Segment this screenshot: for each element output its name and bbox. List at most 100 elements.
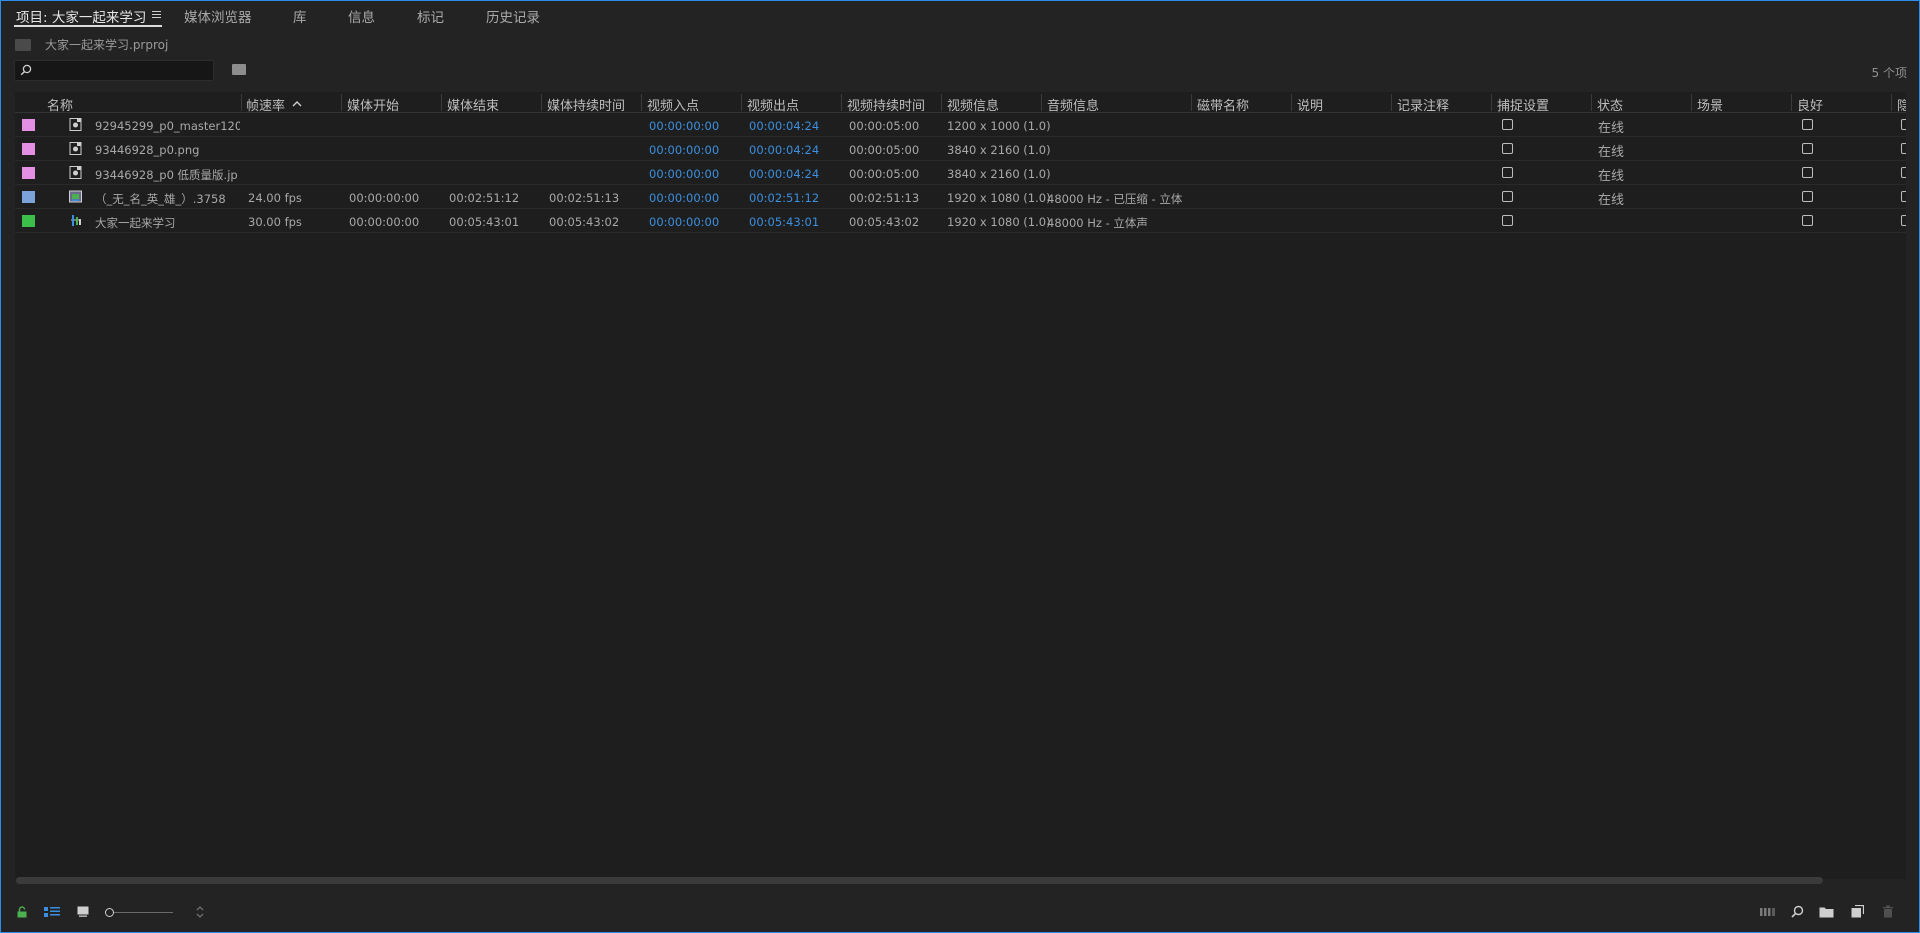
capture-settings-checkbox[interactable] xyxy=(1502,119,1513,130)
column-divider[interactable] xyxy=(1591,94,1592,111)
label-color-swatch[interactable] xyxy=(22,143,35,155)
good-checkbox[interactable] xyxy=(1802,167,1813,178)
hidden-checkbox[interactable] xyxy=(1901,167,1906,178)
capture-settings-checkbox[interactable] xyxy=(1502,215,1513,226)
column-divider[interactable] xyxy=(1191,94,1192,111)
label-color-swatch[interactable] xyxy=(22,191,35,203)
sort-icons-icon[interactable] xyxy=(195,905,205,919)
horizontal-scrollbar[interactable] xyxy=(16,877,1823,884)
good-checkbox[interactable] xyxy=(1802,191,1813,202)
still-image-icon xyxy=(69,118,82,131)
tab-info[interactable]: 信息 xyxy=(348,6,375,26)
list-view-icon[interactable] xyxy=(44,906,60,918)
table-row[interactable]: 93446928_p0.png 00:00:00:00 00:00:04:24 … xyxy=(15,137,1906,161)
column-divider[interactable] xyxy=(1391,94,1392,111)
capture-settings-checkbox[interactable] xyxy=(1502,143,1513,154)
label-color-swatch[interactable] xyxy=(22,167,35,179)
new-item-icon[interactable] xyxy=(1851,905,1864,918)
video-in-point[interactable]: 00:00:00:00 xyxy=(649,143,719,157)
column-header-video-in[interactable]: 视频入点 xyxy=(647,95,699,114)
video-out-point[interactable]: 00:02:51:12 xyxy=(749,191,819,205)
good-checkbox[interactable] xyxy=(1802,143,1813,154)
column-header-tape-name[interactable]: 磁带名称 xyxy=(1197,95,1249,114)
tab-history[interactable]: 历史记录 xyxy=(486,6,540,26)
capture-settings-checkbox[interactable] xyxy=(1502,167,1513,178)
column-header-good[interactable]: 良好 xyxy=(1797,95,1823,114)
column-divider[interactable] xyxy=(1691,94,1692,111)
good-checkbox[interactable] xyxy=(1802,215,1813,226)
video-out-point[interactable]: 00:00:04:24 xyxy=(749,167,819,181)
automate-to-sequence-icon[interactable] xyxy=(1760,906,1776,917)
hidden-checkbox[interactable] xyxy=(1901,215,1906,226)
panel-menu-icon[interactable] xyxy=(152,11,161,19)
column-divider[interactable] xyxy=(641,94,642,111)
column-header-video-duration[interactable]: 视频持续时间 xyxy=(847,95,925,114)
column-divider[interactable] xyxy=(1291,94,1292,111)
capture-settings-checkbox[interactable] xyxy=(1502,191,1513,202)
video-in-point[interactable]: 00:00:00:00 xyxy=(649,215,719,229)
column-header-capture-settings[interactable]: 捕捉设置 xyxy=(1497,95,1549,114)
column-header-description[interactable]: 说明 xyxy=(1297,95,1323,114)
column-header-video-out[interactable]: 视频出点 xyxy=(747,95,799,114)
zoom-slider-handle[interactable] xyxy=(105,908,114,917)
label-color-swatch[interactable] xyxy=(22,119,35,131)
table-row[interactable]: 93446928_p0 低质量版.jp 00:00:00:00 00:00:04… xyxy=(15,161,1906,185)
column-header-scene[interactable]: 场景 xyxy=(1697,95,1723,114)
video-out-point[interactable]: 00:00:04:24 xyxy=(749,143,819,157)
video-out-point[interactable]: 00:05:43:01 xyxy=(749,215,819,229)
column-header-frame-rate[interactable]: 帧速率 xyxy=(246,95,285,114)
item-name[interactable]: （_无_名_英_雄_）.3758 xyxy=(95,191,240,207)
hidden-checkbox[interactable] xyxy=(1901,191,1906,202)
column-divider[interactable] xyxy=(841,94,842,111)
column-header-audio-info[interactable]: 音频信息 xyxy=(1047,95,1099,114)
item-name[interactable]: 93446928_p0 低质量版.jp xyxy=(95,167,240,183)
hidden-checkbox[interactable] xyxy=(1901,119,1906,130)
column-header-media-end[interactable]: 媒体结束 xyxy=(447,95,499,114)
column-header-status[interactable]: 状态 xyxy=(1597,95,1623,114)
tab-project[interactable]: 项目: 大家一起来学习 xyxy=(16,6,146,26)
frame-rate: 30.00 fps xyxy=(248,215,302,229)
tab-libraries[interactable]: 库 xyxy=(293,6,307,26)
column-header-hidden[interactable]: 隐 xyxy=(1897,95,1906,114)
still-image-icon xyxy=(69,166,82,179)
search-input[interactable] xyxy=(14,60,214,81)
lock-icon[interactable] xyxy=(16,906,28,918)
hidden-checkbox[interactable] xyxy=(1901,143,1906,154)
new-bin-icon[interactable] xyxy=(1819,906,1834,918)
find-icon[interactable] xyxy=(1791,905,1804,918)
column-divider[interactable] xyxy=(241,94,242,111)
column-header-name[interactable]: 名称 xyxy=(47,95,73,114)
table-row[interactable]: （_无_名_英_雄_）.3758 24.00 fps 00:00:00:00 0… xyxy=(15,185,1906,209)
column-header-video-info[interactable]: 视频信息 xyxy=(947,95,999,114)
column-divider[interactable] xyxy=(1041,94,1042,111)
label-color-swatch[interactable] xyxy=(22,215,35,227)
clear-icon[interactable] xyxy=(1882,905,1894,918)
column-divider[interactable] xyxy=(1491,94,1492,111)
column-header-log-note[interactable]: 记录注释 xyxy=(1397,95,1449,114)
new-search-bin-icon[interactable] xyxy=(232,64,246,75)
icon-view-icon[interactable] xyxy=(77,906,89,917)
video-out-point[interactable]: 00:00:04:24 xyxy=(749,119,819,133)
table-row[interactable]: 92945299_p0_master1200.j 00:00:00:00 00:… xyxy=(15,113,1906,137)
table-row[interactable]: 大家一起来学习 30.00 fps 00:00:00:00 00:05:43:0… xyxy=(15,209,1906,233)
item-name[interactable]: 大家一起来学习 xyxy=(95,215,240,231)
video-in-point[interactable]: 00:00:00:00 xyxy=(649,167,719,181)
item-name[interactable]: 92945299_p0_master1200.j xyxy=(95,119,240,133)
column-divider[interactable] xyxy=(441,94,442,111)
column-divider[interactable] xyxy=(541,94,542,111)
column-header-media-start[interactable]: 媒体开始 xyxy=(347,95,399,114)
good-checkbox[interactable] xyxy=(1802,119,1813,130)
video-in-point[interactable]: 00:00:00:00 xyxy=(649,191,719,205)
column-divider[interactable] xyxy=(341,94,342,111)
tab-media-browser[interactable]: 媒体浏览器 xyxy=(184,6,252,26)
item-name[interactable]: 93446928_p0.png xyxy=(95,143,240,157)
column-divider[interactable] xyxy=(1791,94,1792,111)
video-in-point[interactable]: 00:00:00:00 xyxy=(649,119,719,133)
project-file-icon xyxy=(15,39,31,51)
column-divider[interactable] xyxy=(1891,94,1892,111)
column-divider[interactable] xyxy=(941,94,942,111)
column-header-media-duration[interactable]: 媒体持续时间 xyxy=(547,95,625,114)
column-divider[interactable] xyxy=(741,94,742,111)
tab-markers[interactable]: 标记 xyxy=(417,6,444,26)
zoom-slider-track[interactable] xyxy=(109,912,173,913)
